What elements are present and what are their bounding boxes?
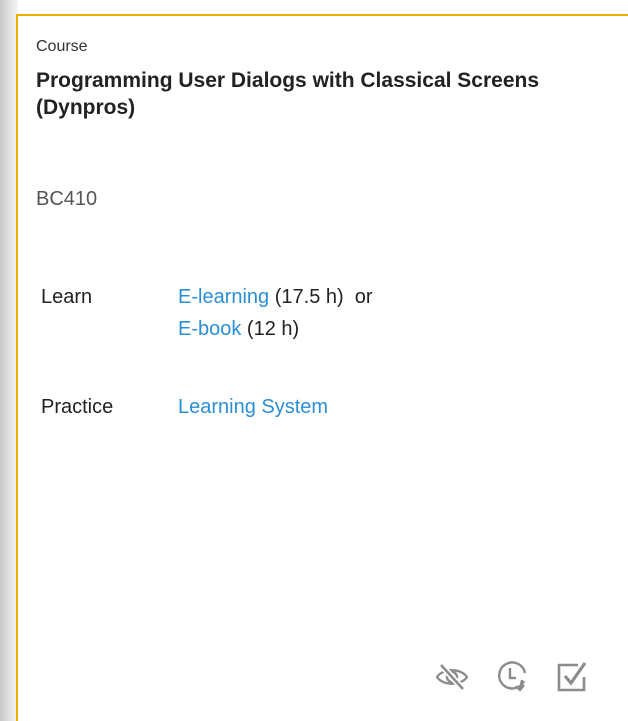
elearning-link[interactable]: E-learning xyxy=(178,286,269,308)
complete-button[interactable] xyxy=(553,658,591,696)
learn-line-elearning: E-learning (17.5 h) or xyxy=(178,282,373,312)
practice-line: Learning System xyxy=(178,392,328,422)
learn-label: Learn xyxy=(41,286,93,308)
learning-system-link[interactable]: Learning System xyxy=(178,396,328,418)
eye-slash-icon xyxy=(435,662,469,692)
history-button[interactable] xyxy=(493,658,531,696)
learn-line-ebook: E-book (12 h) xyxy=(178,314,299,344)
ebook-link[interactable]: E-book xyxy=(178,318,241,340)
practice-label: Practice xyxy=(41,396,114,418)
checkbox-icon xyxy=(557,662,587,692)
course-card: Course Programming User Dialogs with Cla… xyxy=(16,14,628,721)
elearning-duration: (17.5 h) xyxy=(269,286,344,308)
ebook-duration: (12 h) xyxy=(241,318,300,340)
card-type-label: Course xyxy=(36,38,88,55)
course-title: Programming User Dialogs with Classical … xyxy=(36,69,540,119)
hide-button[interactable] xyxy=(433,658,471,696)
card-actions xyxy=(433,658,591,696)
clock-arrow-icon xyxy=(498,661,527,692)
or-text: or xyxy=(343,286,373,308)
course-code: BC410 xyxy=(36,188,98,210)
